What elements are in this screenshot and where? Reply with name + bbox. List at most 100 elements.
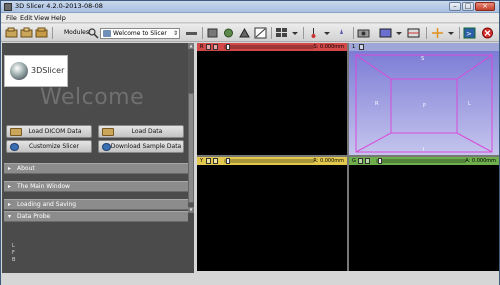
status-bar [1, 273, 499, 285]
green-slice-slider[interactable] [376, 159, 466, 163]
svg-text:>: > [466, 30, 472, 38]
fiducial-icon[interactable] [335, 27, 348, 39]
menu-edit[interactable]: Edit [20, 14, 33, 22]
red-slice-slider-handle[interactable] [226, 44, 230, 50]
toolbar-separator [459, 27, 460, 39]
toolbar-separator [426, 27, 427, 39]
load-data-button[interactable]: Load Data [98, 125, 184, 138]
pin-icon[interactable] [206, 44, 211, 50]
module-panel-scrollbar[interactable]: ▲ ▼ [188, 43, 194, 213]
link-icon[interactable] [213, 44, 218, 50]
volumes-module-icon[interactable] [222, 27, 235, 39]
link-icon[interactable] [365, 158, 370, 164]
slice-view-icon[interactable] [407, 27, 420, 39]
green-slice-label: G [352, 158, 356, 164]
pin-icon[interactable] [359, 44, 364, 50]
customize-slicer-button[interactable]: Customize Slicer [6, 140, 92, 153]
transforms-module-icon[interactable] [254, 27, 267, 39]
python-console-icon[interactable]: > [463, 27, 476, 39]
module-selector-value: Welcome to Slicer [113, 30, 167, 37]
title-bar: 3D Slicer 4.2.0-2013-08-08 – □ × [1, 1, 499, 13]
pin-icon[interactable] [206, 158, 211, 164]
scene-view-dropdown-icon[interactable] [393, 27, 406, 39]
layout-icon[interactable] [275, 27, 288, 39]
window-title: 3D Slicer 4.2.0-2013-08-08 [15, 2, 103, 10]
section-data-probe[interactable]: ▾ Data Probe [4, 211, 188, 222]
slicer-logo-icon [10, 62, 28, 80]
load-dicom-icon[interactable] [5, 27, 18, 39]
threed-view-controller[interactable]: 1 [349, 43, 499, 51]
chevron-right-icon: ▸ [8, 183, 12, 190]
red-slice-slider[interactable] [224, 45, 314, 49]
green-slice-controller[interactable]: G A: 0.000mm [349, 157, 499, 165]
green-slice-view[interactable] [349, 165, 499, 271]
section-loading-saving[interactable]: ▸ Loading and Saving [4, 199, 188, 210]
orientation-bottom: I [423, 147, 425, 153]
probe-line: F [12, 250, 15, 256]
screenshot-icon[interactable] [357, 27, 370, 39]
section-main-window[interactable]: ▸ The Main Window [4, 181, 188, 192]
orientation-top: S [421, 56, 425, 62]
crosshair-icon[interactable] [431, 27, 444, 39]
menu-view[interactable]: View [34, 14, 49, 22]
scroll-down-icon[interactable]: ▼ [188, 207, 194, 213]
close-button[interactable]: × [475, 2, 495, 11]
red-slice-controller[interactable]: R S: 0.000mm [197, 43, 347, 51]
app-icon [4, 3, 12, 11]
data-probe-panel: L F B [4, 223, 188, 273]
error-log-icon[interactable] [481, 27, 494, 39]
crosshair-dropdown-icon[interactable] [445, 27, 458, 39]
view-layout: R S: 0.000mm 1 S R L P I Y R: 0.000mm G … [197, 43, 499, 271]
pin-icon[interactable] [358, 158, 363, 164]
welcome-heading: Welcome [40, 85, 145, 110]
data-module-icon[interactable] [206, 27, 219, 39]
yellow-slice-slider-handle[interactable] [226, 158, 230, 164]
mouse-mode-icon[interactable] [307, 27, 320, 39]
toolbar-separator [202, 27, 203, 39]
load-dicom-button[interactable]: Load DICOM Data [6, 125, 92, 138]
scroll-up-icon[interactable]: ▲ [188, 43, 194, 49]
main-toolbar: Modules: Welcome to Slicer ⇕ > [1, 24, 499, 42]
scene-view-icon[interactable] [379, 27, 392, 39]
yellow-slice-offset: R: 0.000mm [313, 158, 344, 164]
load-data-icon[interactable] [20, 27, 33, 39]
threed-view[interactable]: S R L P I [349, 51, 499, 155]
green-slice-slider-handle[interactable] [378, 158, 382, 164]
mouse-mode-dropdown-icon[interactable] [321, 27, 334, 39]
download-icon [102, 143, 111, 151]
orientation-left: R [375, 101, 379, 107]
section-about[interactable]: ▸ About [4, 163, 188, 174]
maximize-button[interactable]: □ [462, 2, 474, 11]
section-data-probe-label: Data Probe [17, 213, 51, 220]
menu-help[interactable]: Help [51, 14, 66, 22]
dicom-icon [10, 128, 22, 136]
save-icon[interactable] [35, 27, 48, 39]
probe-line: B [12, 257, 16, 263]
module-search-icon[interactable] [87, 27, 100, 39]
load-data-label: Load Data [131, 128, 163, 135]
red-slice-view[interactable] [197, 51, 347, 155]
minimize-button[interactable]: – [449, 2, 461, 11]
yellow-slice-view[interactable] [197, 165, 347, 271]
toolbar-separator [303, 27, 304, 39]
green-slice-offset: A: 0.000mm [465, 158, 496, 164]
threed-view-label: 1 [352, 44, 356, 50]
yellow-slice-slider[interactable] [224, 159, 314, 163]
toolbar-separator [271, 27, 272, 39]
module-selector[interactable]: Welcome to Slicer ⇕ [100, 28, 180, 39]
menu-file[interactable]: File [6, 14, 17, 22]
link-icon[interactable] [213, 158, 218, 164]
yellow-slice-label: Y [200, 158, 204, 164]
scroll-thumb[interactable] [188, 93, 194, 203]
menu-bar: File Edit View Help [1, 13, 499, 23]
slicer-logo-text: 3DSlicer [31, 66, 65, 75]
customize-slicer-label: Customize Slicer [28, 143, 79, 150]
section-loading-saving-label: Loading and Saving [17, 201, 77, 208]
yellow-slice-controller[interactable]: Y R: 0.000mm [197, 157, 347, 165]
module-back-icon[interactable] [185, 27, 198, 39]
download-sample-button[interactable]: Download Sample Data [98, 140, 184, 153]
toolbar-separator [52, 27, 53, 39]
models-module-icon[interactable] [238, 27, 251, 39]
layout-dropdown-icon[interactable] [289, 27, 302, 39]
chevron-right-icon: ▸ [8, 165, 12, 172]
